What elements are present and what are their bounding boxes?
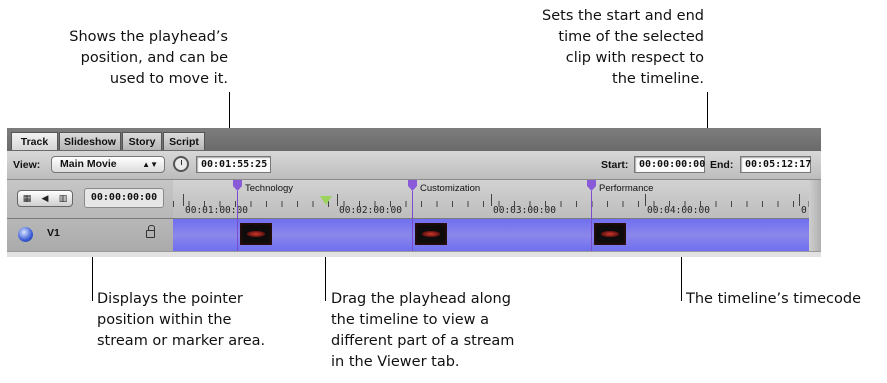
ruler-timecode: 00:04:00:00 [647,205,710,216]
playhead-timecode-field[interactable]: 00:01:55:25 [196,156,271,173]
end-timecode-field[interactable]: 00:05:12:17 [740,156,811,173]
track-header-panel: ▦ ◀ ▥ 00:00:00:00 V1 [7,180,173,256]
tab-track[interactable]: Track [11,132,58,150]
marker-line [237,191,238,251]
pointer-timecode-display: 00:00:00:00 [84,188,164,208]
track-name: V1 [47,227,60,239]
marker-label: Performance [599,183,654,194]
callout-drag-playhead: Drag the playhead along the timeline to … [331,291,515,370]
lock-icon[interactable] [146,225,155,238]
grid-icon[interactable]: ▦ [18,191,36,206]
major-tick [491,194,492,206]
chapter-marker-icon[interactable] [233,180,242,191]
tab-bar: Track Slideshow Story Script [7,128,821,151]
timeline-panel: Track Slideshow Story Script View: Main … [7,128,821,257]
panel-bottom-edge [7,251,821,257]
start-label: Start: [601,159,629,171]
speaker-icon[interactable]: ◀ [36,191,54,206]
callout-playhead-position: Shows the playhead’s position, and can b… [69,29,228,87]
major-tick [645,194,646,206]
updown-arrows-icon: ▲▼ [142,160,158,169]
marker-area[interactable]: Technology Customization Performance [173,180,809,195]
video-track-icon[interactable] [18,227,33,242]
ruler-timecode: 00:03:00:00 [493,205,556,216]
view-mode-segmented-control[interactable]: ▦ ◀ ▥ [17,190,73,207]
callout-timecode: The timeline’s timecode [686,291,862,307]
video-stream[interactable] [173,219,809,251]
chapter-marker-icon[interactable] [587,180,596,191]
major-tick [183,194,184,206]
callout-pointer-position: Displays the pointer position within the… [97,291,266,349]
marker-label: Technology [245,183,294,194]
clock-icon[interactable] [173,156,189,172]
ruler-timecode: 00:02:00:00 [339,205,402,216]
columns-icon[interactable]: ▥ [54,191,72,206]
track-header-v1[interactable]: V1 [7,219,173,251]
tab-story[interactable]: Story [122,132,162,150]
major-tick [337,194,338,206]
view-popup-value: Main Movie [60,158,117,170]
clip-thumbnail[interactable] [594,223,626,245]
playhead-icon[interactable] [320,196,332,205]
view-label: View: [13,159,41,171]
tab-slideshow[interactable]: Slideshow [59,132,121,150]
clip-thumbnail[interactable] [240,223,272,245]
ruler-timecode: 0 [801,205,807,216]
chapter-marker-icon[interactable] [408,180,417,191]
marker-label: Customization [420,183,481,194]
toolbar: View: Main Movie ▲▼ 00:01:55:25 Start: 0… [7,151,821,180]
vertical-scrollbar[interactable] [809,180,821,251]
view-popup[interactable]: Main Movie ▲▼ [51,156,165,173]
marker-line [591,191,592,251]
ruler-timecode: 00:01:00:00 [185,205,248,216]
tab-script[interactable]: Script [163,132,205,150]
pointer-area: ▦ ◀ ▥ 00:00:00:00 [7,180,173,219]
end-label: End: [710,159,734,171]
start-timecode-field[interactable]: 00:00:00:00 [634,156,705,173]
marker-line [412,191,413,251]
major-tick [799,194,800,206]
timeline-ruler[interactable]: Technology Customization Performance 00:… [173,180,809,219]
callout-start-end: Sets the start and end time of the selec… [542,8,704,87]
clip-thumbnail[interactable] [415,223,447,245]
